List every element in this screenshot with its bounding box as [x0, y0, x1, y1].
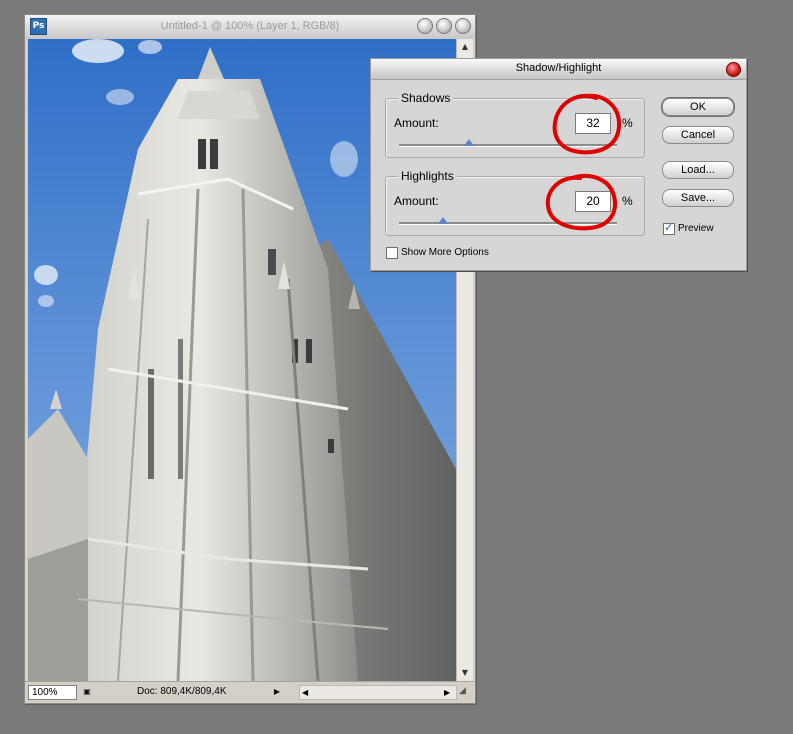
annotation-circle-shadows — [552, 93, 622, 155]
annotation-overlay — [545, 93, 622, 231]
annotation-circle-highlights — [545, 174, 617, 231]
